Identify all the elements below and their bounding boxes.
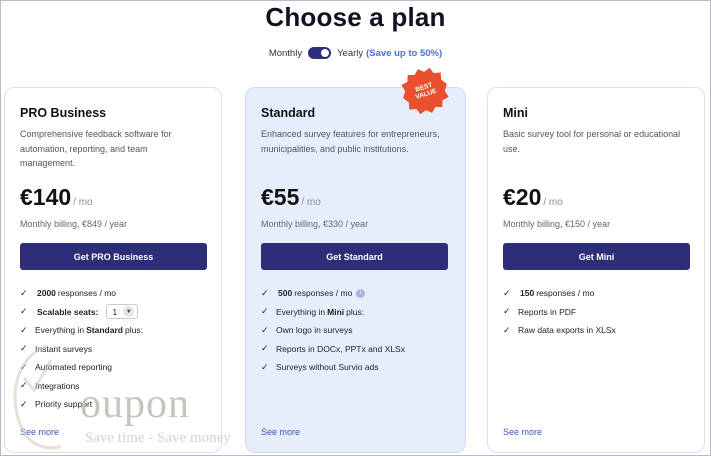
get-pro-business-button[interactable]: Get PRO Business (20, 243, 207, 270)
monthly-label[interactable]: Monthly (269, 48, 302, 59)
get-standard-button[interactable]: Get Standard (261, 243, 448, 270)
check-icon: ✓ (261, 361, 269, 372)
see-more-link[interactable]: See more (20, 427, 59, 437)
price-amount: €20 (503, 184, 542, 210)
plan-description: Comprehensive feedback software for auto… (20, 129, 172, 168)
feature-item: ✓ Own logo in surveys (261, 324, 353, 336)
check-icon: ✓ (20, 380, 28, 391)
check-icon: ✓ (20, 398, 28, 409)
check-icon: ✓ (20, 287, 28, 298)
feature-list: ✓ 150 responses / mo ✓ Reports in PDF ✓ Raw … (503, 284, 693, 340)
plan-price: €55/ mo (261, 184, 321, 211)
price-period: / mo (301, 197, 321, 208)
plan-card-standard: Standard Enhanced survey features for en… (245, 87, 466, 453)
feature-list: ✓ 2000 responses / mo ✓ Scalable seats: 1 ▼ … (20, 284, 210, 414)
plan-card-pro-business: PRO Business Comprehensive feedback soft… (4, 87, 222, 453)
toggle-knob (321, 49, 330, 57)
feature-item: ✓ Integrations (20, 380, 80, 391)
feature-item: ✓ Raw data exports in XLSx (503, 324, 616, 336)
seats-select[interactable]: 1 ▼ (106, 304, 139, 320)
billing-note: Monthly billing, €150 / year (503, 219, 611, 229)
feature-item: ✓ Surveys without Survio ads (261, 361, 379, 373)
feature-item: ✓ Reports in PDF (503, 306, 577, 317)
plan-price: €140/ mo (20, 184, 93, 211)
feature-item: ✓ Everything in Standard plus: (20, 324, 143, 336)
page-title: Choose a plan (265, 2, 446, 32)
plan-price: €20/ mo (503, 184, 563, 211)
plan-card-mini: Mini Basic survey tool for personal or e… (487, 87, 705, 453)
check-icon: ✓ (261, 306, 269, 317)
check-icon: ✓ (503, 287, 511, 298)
billing-period-toggle[interactable] (308, 47, 332, 59)
check-icon: ✓ (261, 343, 269, 354)
feature-item: ✓ Everything in Mini plus: (261, 306, 365, 317)
feature-item: ✓ 500 responses / mo i (261, 284, 451, 303)
feature-item: ✓ Instant surveys (20, 343, 93, 354)
price-amount: €55 (261, 184, 300, 210)
billing-toggle-row: Monthly Yearly (Save up to 50%) (0, 47, 711, 59)
billing-note: Monthly billing, €330 / year (261, 219, 369, 229)
see-more-link[interactable]: See more (503, 427, 542, 437)
billing-note: Monthly billing, €849 / year (20, 219, 128, 229)
plan-description: Basic survey tool for personal or educat… (503, 129, 681, 154)
save-note: (Save up to 50%) (366, 47, 443, 59)
feature-item: ✓ 150 responses / mo (503, 287, 595, 299)
see-more-link[interactable]: See more (261, 427, 300, 437)
info-icon[interactable]: i (356, 288, 366, 298)
yearly-label[interactable]: Yearly (337, 48, 363, 59)
check-icon: ✓ (261, 287, 269, 298)
plan-description: Enhanced survey features for entrepreneu… (261, 129, 440, 154)
check-icon: ✓ (20, 306, 28, 317)
chevron-down-icon: ▼ (123, 306, 135, 318)
feature-list: ✓ 500 responses / mo i ✓ Everything in Mini pl… (261, 284, 451, 377)
feature-item: ✓ Scalable seats: 1 ▼ (20, 303, 210, 322)
check-icon: ✓ (20, 324, 28, 335)
check-icon: ✓ (503, 324, 511, 335)
feature-item: ✓ Priority support (20, 398, 93, 410)
get-mini-button[interactable]: Get Mini (503, 243, 690, 270)
check-icon: ✓ (503, 306, 511, 317)
feature-item: ✓ Automated reporting (20, 361, 113, 373)
plan-name: Standard (261, 106, 316, 120)
check-icon: ✓ (20, 343, 28, 354)
check-icon: ✓ (261, 324, 269, 335)
feature-item: ✓ Reports in DOCx, PPTx and XLSx (261, 343, 405, 354)
price-period: / mo (73, 197, 93, 208)
plan-name: PRO Business (20, 106, 107, 120)
check-icon: ✓ (20, 361, 28, 372)
price-period: / mo (543, 197, 563, 208)
price-amount: €140 (20, 184, 72, 210)
plan-name: Mini (503, 106, 528, 120)
feature-item: ✓ 2000 responses / mo (20, 287, 117, 299)
